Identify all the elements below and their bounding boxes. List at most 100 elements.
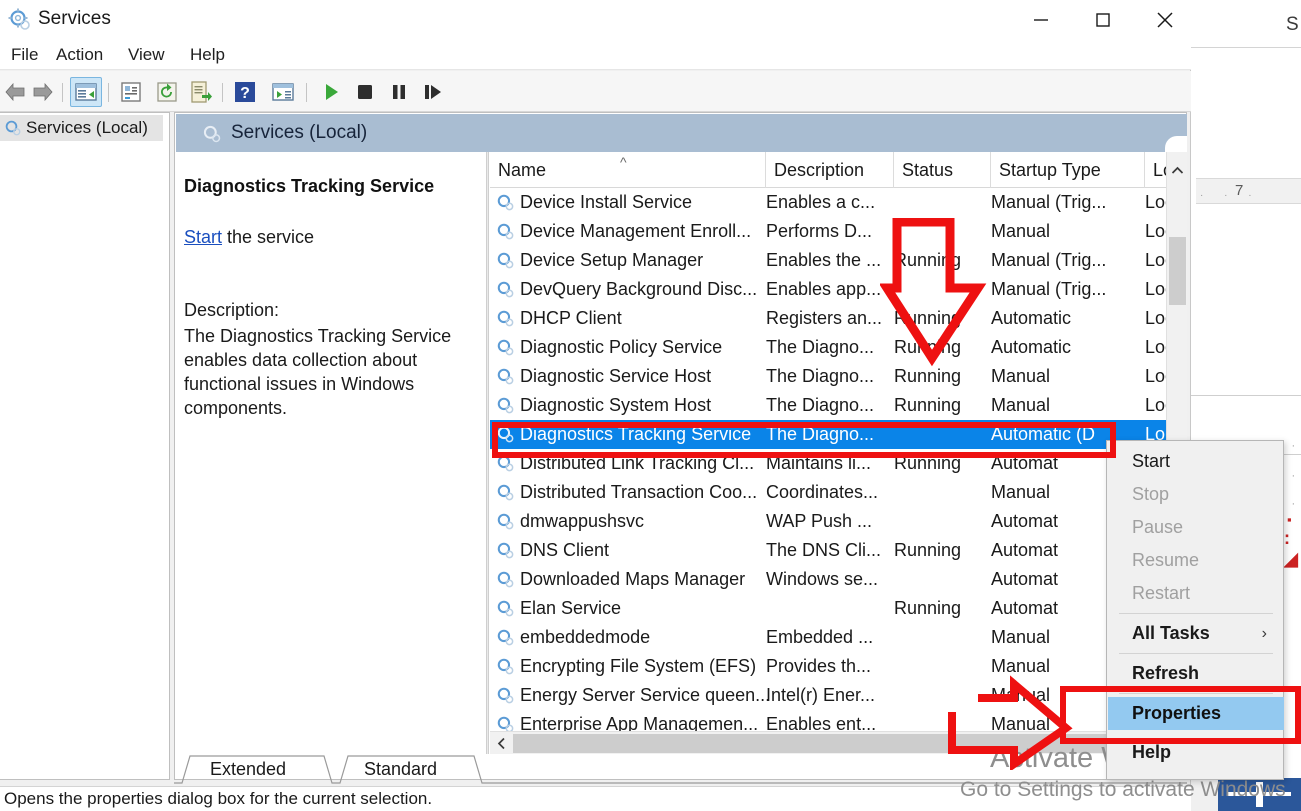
cell-name: dmwappushsvc	[520, 511, 645, 531]
background-red-mark: ▪	[1287, 512, 1292, 527]
services-gear-icon	[5, 120, 21, 136]
cell-name: DNS Client	[520, 540, 610, 560]
minimize-icon[interactable]	[1010, 0, 1072, 40]
tree-node-label: Services (Local)	[26, 118, 148, 137]
cell-startup-type: Manual	[991, 221, 1051, 241]
restart-service-icon[interactable]	[420, 80, 446, 104]
pane-splitter[interactable]	[486, 152, 489, 754]
table-row[interactable]: Device Management Enroll... Performs D...…	[490, 217, 1187, 246]
table-row[interactable]: Diagnostic System Host The Diagno... Runni…	[490, 391, 1187, 420]
cell-name: DHCP Client	[520, 308, 622, 328]
table-row[interactable]: Device Setup Manager Enables the ... Runni…	[490, 246, 1187, 275]
export-list-icon[interactable]	[188, 80, 214, 104]
cell-name: Device Install Service	[520, 192, 693, 212]
help-icon[interactable]: ?	[232, 80, 258, 104]
menu-item-file[interactable]: File	[3, 44, 46, 66]
table-row[interactable]: Downloaded Maps Manager Windows se... Auto…	[490, 565, 1187, 594]
table-row[interactable]: Distributed Transaction Coo... Coordinate…	[490, 478, 1187, 507]
vertical-scroll-thumb[interactable]	[1169, 237, 1186, 305]
service-gear-icon	[497, 687, 514, 704]
window-title: Services	[38, 8, 111, 29]
cell-startup-type: Manual (Trig...	[991, 192, 1107, 212]
cell-description: Enables the ...	[766, 250, 882, 270]
table-row[interactable]: dmwappushsvc WAP Push ... Automat	[490, 507, 1187, 536]
cell-name: Device Management Enroll...	[520, 221, 752, 241]
cell-description: Enables a c...	[766, 192, 876, 212]
table-row[interactable]: Encrypting File System (EFS) Provides th.…	[490, 652, 1187, 681]
context-menu-item-resume[interactable]: Resume	[1108, 544, 1284, 577]
console-tree-pane: Services (Local)	[0, 112, 170, 780]
cell-description: Provides th...	[766, 656, 872, 676]
start-service-icon[interactable]	[318, 80, 344, 104]
table-row[interactable]: DNS Client The DNS Cli... Running Automat	[490, 536, 1187, 565]
menu-item-help[interactable]: Help	[182, 44, 233, 66]
background-word-ribbon	[1188, 0, 1301, 48]
context-menu-item-restart[interactable]: Restart	[1108, 577, 1284, 610]
toolbar: ?	[0, 71, 1191, 112]
service-gear-icon	[497, 368, 514, 385]
maximize-icon[interactable]	[1072, 0, 1134, 40]
menu-item-view[interactable]: View	[120, 44, 173, 66]
table-row[interactable]: DevQuery Background Disc... Enables app..…	[490, 275, 1187, 304]
service-gear-icon	[497, 571, 514, 588]
cell-status: Running	[894, 540, 962, 560]
service-gear-icon	[497, 600, 514, 617]
cell-description: Embedded ...	[766, 627, 874, 647]
table-row[interactable]: Diagnostic Service Host The Diagno... Runn…	[490, 362, 1187, 391]
cell-description: WAP Push ...	[766, 511, 873, 531]
scroll-up-icon[interactable]	[1167, 152, 1187, 188]
back-arrow-icon[interactable]	[2, 80, 28, 104]
cell-status: Running	[894, 395, 962, 415]
refresh-icon[interactable]	[154, 80, 180, 104]
cell-description: The DNS Cli...	[766, 540, 882, 560]
forward-arrow-icon[interactable]	[30, 80, 56, 104]
cell-name: Energy Server Service queen...	[520, 685, 771, 705]
service-gear-icon	[497, 542, 514, 559]
properties-icon[interactable]	[118, 80, 144, 104]
cell-status: Running	[894, 366, 962, 386]
toolbar-separator	[108, 83, 109, 102]
column-header-startup[interactable]: Startup Type	[991, 152, 1145, 188]
service-gear-icon	[497, 223, 514, 240]
table-row[interactable]: Diagnostic Policy Service The Diagno... Ru…	[490, 333, 1187, 362]
context-menu-item-all-tasks[interactable]: All Tasks	[1108, 617, 1284, 650]
service-gear-icon	[497, 339, 514, 356]
tab-extended[interactable]: Extended	[196, 755, 300, 783]
scroll-left-icon[interactable]	[490, 732, 512, 754]
table-row[interactable]: embeddedmode Embedded ... Manual	[490, 623, 1187, 652]
table-row[interactable]: Device Install Service Enables a c... Manu…	[490, 188, 1187, 217]
cell-name: Downloaded Maps Manager	[520, 569, 746, 589]
column-header-description[interactable]: Description	[766, 152, 894, 188]
cell-startup-type: Manual	[991, 685, 1051, 705]
column-header-name[interactable]: Name	[490, 152, 766, 188]
cell-description: The Diagno...	[766, 366, 875, 386]
toolbar-separator	[306, 83, 307, 102]
cell-startup-type: Automatic	[991, 308, 1072, 328]
start-service-link[interactable]: Start	[184, 227, 222, 247]
service-detail-panel: Diagnostics Tracking Service Start the s…	[176, 152, 486, 754]
show-hide-tree-icon[interactable]	[73, 80, 99, 104]
menu-item-action[interactable]: Action	[48, 44, 111, 66]
cell-description: Registers an...	[766, 308, 883, 328]
table-row[interactable]: DHCP Client Registers an... Running Automat…	[490, 304, 1187, 333]
description-body: The Diagnostics Tracking Service enables…	[184, 326, 452, 418]
tree-node-services-local[interactable]: Services (Local)	[0, 115, 163, 141]
cell-startup-type: Manual	[991, 627, 1051, 647]
cell-name: Diagnostic System Host	[520, 395, 712, 415]
tab-standard[interactable]: Standard	[350, 755, 451, 783]
pane-header-notch	[1165, 136, 1187, 153]
column-header-status[interactable]: Status	[894, 152, 991, 188]
context-menu-item-pause[interactable]: Pause	[1108, 511, 1284, 544]
new-window-icon[interactable]	[270, 80, 296, 104]
context-menu-item-start[interactable]: Start	[1108, 445, 1284, 478]
background-red-mark: : ◢	[1284, 528, 1298, 569]
table-row[interactable]: Elan Service Running Automat	[490, 594, 1187, 623]
sort-ascending-icon: ^	[620, 154, 627, 170]
title-bar: Services	[0, 0, 1191, 40]
context-menu-item-stop[interactable]: Stop	[1108, 478, 1284, 511]
cell-description: Windows se...	[766, 569, 879, 589]
stop-service-icon[interactable]	[352, 80, 378, 104]
pause-service-icon[interactable]	[386, 80, 412, 104]
cell-description: Coordinates...	[766, 482, 879, 502]
close-icon[interactable]	[1134, 0, 1196, 40]
